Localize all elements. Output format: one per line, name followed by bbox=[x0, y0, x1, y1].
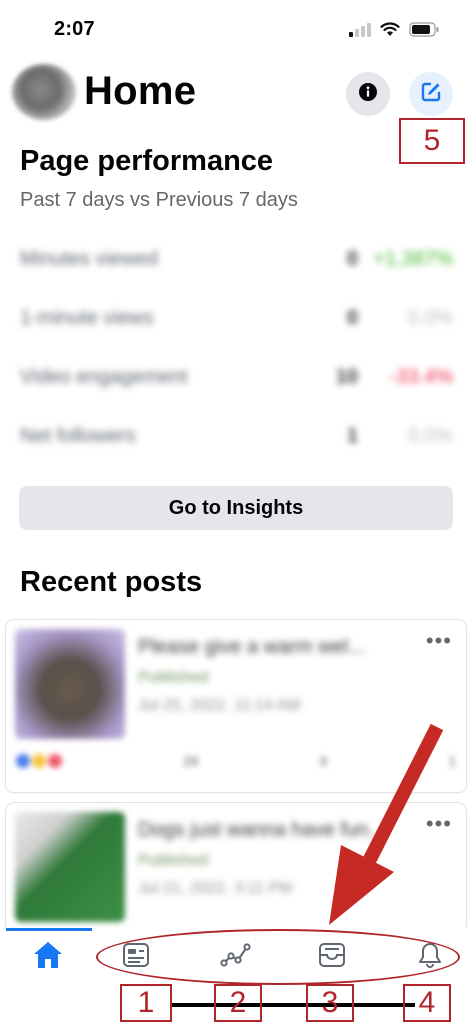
post-text: Dogs just wanna have fun... Published Ju… bbox=[138, 819, 428, 898]
active-tab-indicator bbox=[6, 928, 92, 931]
info-icon bbox=[358, 82, 378, 107]
edit-icon bbox=[419, 80, 443, 109]
post-comments: 9 bbox=[319, 753, 328, 769]
metric-label: Net followers bbox=[20, 425, 136, 447]
metric-change: +1,387% bbox=[373, 248, 453, 270]
status-icons bbox=[349, 22, 439, 42]
page-performance-title: Page performance bbox=[20, 145, 274, 177]
signal-icon bbox=[349, 22, 371, 42]
recent-posts-title: Recent posts bbox=[20, 566, 203, 598]
metric-value: 10 bbox=[335, 366, 358, 388]
post-shares: 1 bbox=[448, 753, 456, 769]
create-post-button[interactable] bbox=[409, 72, 453, 116]
post-stats: 28 9 1 bbox=[16, 750, 456, 772]
metric-label: 1-minute views bbox=[20, 307, 154, 329]
metric-label: Video engagement bbox=[20, 366, 188, 388]
info-button[interactable] bbox=[346, 72, 390, 116]
metric-change: 0.0% bbox=[407, 425, 453, 447]
annotation-connector-line bbox=[171, 1003, 415, 1007]
annotation-label-2: 2 bbox=[214, 984, 262, 1022]
status-time: 2:07 bbox=[54, 18, 95, 40]
post-caption: Dogs just wanna have fun... bbox=[138, 819, 385, 841]
post-thumbnail[interactable] bbox=[15, 812, 125, 922]
post-card[interactable]: Dogs just wanna have fun... Published Ju… bbox=[6, 803, 466, 933]
annotation-label-3: 3 bbox=[306, 984, 354, 1022]
reactions-icon bbox=[16, 754, 62, 768]
status-bar: 2:07 bbox=[0, 0, 473, 56]
post-date: Jul 25, 2022, 11:14 AM bbox=[138, 697, 301, 714]
annotation-label-1: 1 bbox=[120, 984, 172, 1022]
page-avatar[interactable] bbox=[12, 64, 76, 120]
annotation-ellipse bbox=[96, 929, 460, 985]
metric-value: 1 bbox=[346, 425, 358, 447]
post-status: Published bbox=[138, 669, 209, 686]
metric-change: -33.4% bbox=[389, 366, 453, 388]
annotation-label-4: 4 bbox=[403, 984, 451, 1022]
page-title: Home bbox=[84, 69, 197, 113]
metric-row[interactable]: 1-minute views 0 0.0% bbox=[20, 299, 453, 339]
home-icon bbox=[32, 940, 64, 975]
metric-change: 0.0% bbox=[407, 307, 453, 329]
post-thumbnail[interactable] bbox=[15, 629, 125, 739]
wifi-icon bbox=[380, 22, 400, 42]
post-card[interactable]: Please give a warm wel... Published Jul … bbox=[6, 620, 466, 792]
annotation-label-5: 5 bbox=[399, 118, 465, 164]
go-to-insights-button[interactable]: Go to Insights bbox=[19, 486, 453, 530]
metric-row[interactable]: Minutes viewed 0 +1,387% bbox=[20, 240, 453, 280]
post-caption: Please give a warm wel... bbox=[138, 636, 365, 658]
metric-row[interactable]: Net followers 1 0.0% bbox=[20, 417, 453, 457]
metric-label: Minutes viewed bbox=[20, 248, 158, 270]
post-date: Jul 21, 2022, 3:11 PM bbox=[138, 880, 293, 897]
post-reach: 28 bbox=[182, 753, 199, 769]
more-options-icon[interactable]: ••• bbox=[426, 811, 452, 837]
battery-icon bbox=[409, 22, 439, 42]
metric-row[interactable]: Video engagement 10 -33.4% bbox=[20, 358, 453, 398]
post-status: Published bbox=[138, 852, 209, 869]
metric-value: 0 bbox=[346, 248, 358, 270]
more-options-icon[interactable]: ••• bbox=[426, 628, 452, 654]
tab-home[interactable] bbox=[18, 936, 78, 978]
metric-value: 0 bbox=[346, 307, 358, 329]
post-text: Please give a warm wel... Published Jul … bbox=[138, 636, 428, 715]
page-performance-subtitle: Past 7 days vs Previous 7 days bbox=[20, 189, 298, 211]
